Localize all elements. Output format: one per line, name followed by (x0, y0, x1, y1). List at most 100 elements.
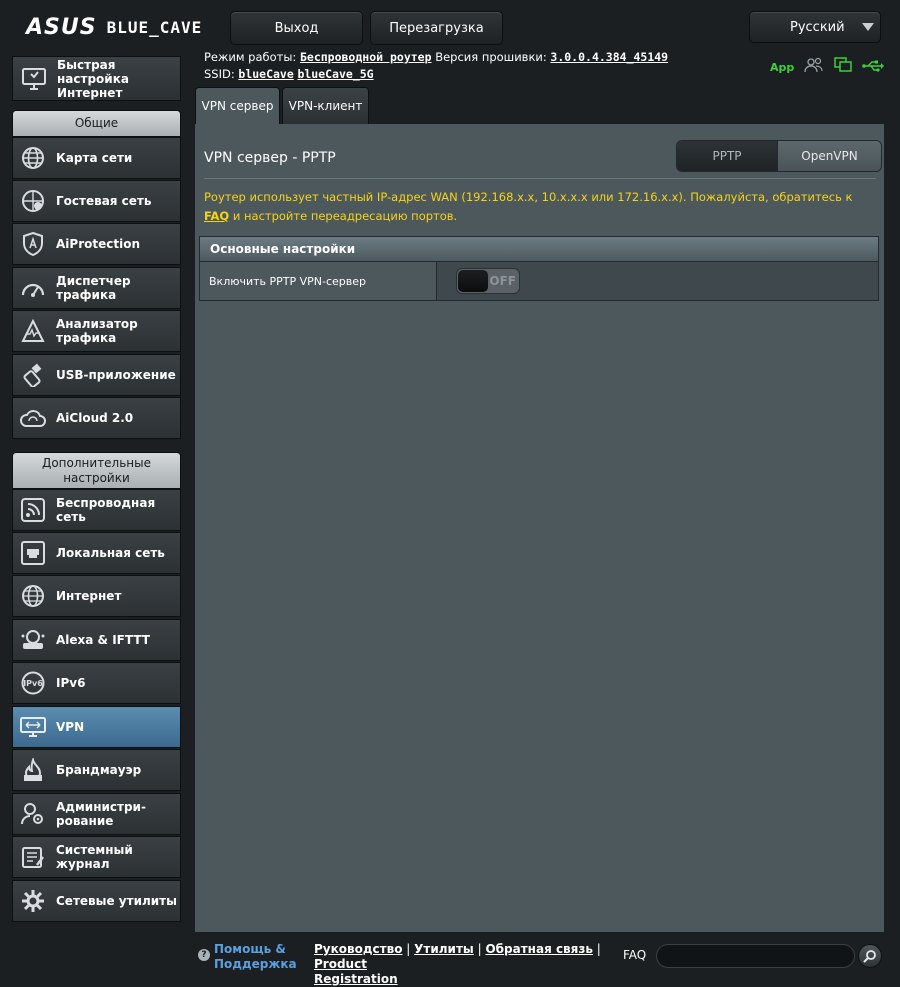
logout-button[interactable]: Выход (230, 11, 363, 45)
svg-text:IPv6: IPv6 (23, 679, 43, 688)
sidebar-item-system-log[interactable]: Системный журнал (12, 836, 181, 878)
firmware-link[interactable]: 3.0.0.4.384_45149 (550, 50, 668, 64)
manual-link[interactable]: Руководство (314, 942, 402, 956)
logo: ASUS BLUE_CAVE (26, 14, 202, 40)
sidebar-item-wireless[interactable]: Беспроводная сеть (12, 489, 181, 531)
sidebar-item-lan[interactable]: Локальная сеть (12, 532, 181, 574)
sidebar-item-administration[interactable]: Администри- рование (12, 793, 181, 835)
sidebar-item-label-wrap: Администри- рование (56, 800, 146, 828)
sidebar-item-label: IPv6 (56, 676, 86, 690)
router-admin-page: ASUS BLUE_CAVE Выход Перезагрузка Русски… (0, 0, 900, 986)
enable-pptp-toggle[interactable]: OFF (456, 268, 520, 294)
chevron-down-icon (862, 23, 874, 31)
clients-icon[interactable] (804, 57, 824, 77)
sidebar-item-label: Гостевая сеть (56, 194, 152, 208)
ssid-link-2g[interactable]: blueCave (238, 67, 293, 81)
page-title: VPN сервер - PPTP (204, 150, 336, 166)
product-word: Product (314, 957, 367, 971)
mode-link[interactable]: Беспроводной роутер (300, 50, 432, 64)
notice-text-2: и настройте переадресацию портов. (229, 209, 458, 223)
app-status[interactable]: App (770, 61, 794, 74)
search-icon (863, 950, 876, 963)
vpn-icon (20, 714, 46, 740)
advanced-header-line2: настройки (63, 470, 130, 485)
openvpn-option[interactable]: OpenVPN (777, 141, 881, 171)
sidebar-item-network-map[interactable]: Карта сети (12, 137, 181, 179)
pptp-option[interactable]: PPTP (677, 141, 777, 171)
sidebar-item-aiprotection[interactable]: AiProtection (12, 223, 181, 265)
faq-search-input[interactable] (656, 944, 855, 968)
tab-vpn-client[interactable]: VPN-клиент (282, 87, 369, 124)
aiprotection-icon (20, 231, 46, 257)
globe-icon (20, 583, 46, 609)
language-value: Русский (790, 19, 845, 35)
sidebar-item-internet[interactable]: Интернет (12, 575, 181, 617)
wireless-icon (20, 497, 46, 523)
sidebar-item-label: Диспетчер трафика (56, 274, 131, 302)
internet-status-icon[interactable] (834, 57, 853, 77)
sidebar-item-traffic-manager[interactable]: Диспетчер трафика (12, 267, 181, 309)
quick-internet-setup[interactable]: Быстрая настройка Интернет (12, 56, 181, 101)
faq-link[interactable]: FAQ (204, 209, 229, 223)
network-map-icon (20, 145, 46, 171)
administration-icon (20, 801, 46, 827)
quick-setup-label: Быстрая настройка Интернет (57, 58, 180, 100)
quick-setup-line2: Интернет (57, 85, 123, 100)
operation-mode-line: Режим работы: Беспроводной роутер Версия… (204, 50, 668, 64)
advanced-section-header: Дополнительные настройки (12, 452, 181, 489)
sidebar-item-label: рование (56, 814, 114, 828)
footer: ? Помощь & Поддержка Руководство | Утили… (195, 940, 885, 986)
help-icon: ? (198, 949, 210, 961)
separator: | (596, 942, 601, 956)
utilities-link[interactable]: Утилиты (414, 942, 474, 956)
sidebar-item-label: Системный журнал (56, 843, 133, 871)
traffic-manager-icon (20, 275, 46, 301)
gear-icon (20, 888, 46, 914)
sidebar-item-label: Анализатор (56, 317, 138, 331)
sidebar-item-firewall[interactable]: Брандмауэр (12, 749, 181, 791)
language-select[interactable]: Русский (749, 11, 881, 43)
sidebar-item-label: Локальная сеть (56, 546, 165, 560)
sidebar-item-traffic-analyzer[interactable]: Анализатор трафика (12, 310, 181, 352)
sidebar-item-vpn[interactable]: VPN (12, 706, 181, 748)
system-log-icon (20, 844, 46, 870)
toggle-knob (458, 270, 488, 292)
reboot-button[interactable]: Перезагрузка (370, 11, 503, 45)
sidebar-item-label: Администри- (56, 800, 146, 814)
sidebar-item-ipv6[interactable]: IPv6 IPv6 (12, 662, 181, 704)
enable-pptp-label: Включить PPTP VPN-сервер (200, 262, 437, 300)
general-section-header: Общие (12, 110, 181, 137)
sidebar-item-label: Карта сети (56, 151, 133, 165)
feedback-link[interactable]: Обратная связь (485, 942, 592, 956)
notice-text-1: Роутер использует частный IP-адрес WAN (… (204, 190, 853, 204)
faq-label: FAQ (623, 948, 647, 962)
model-name: BLUE_CAVE (106, 17, 203, 37)
sidebar-item-label-wrap: Анализатор трафика (56, 317, 138, 345)
help-support-link[interactable]: Помощь & Поддержка (214, 942, 297, 972)
search-button[interactable] (858, 944, 882, 968)
ssid-line: SSID: blueCave blueCave_5G (204, 67, 374, 81)
ssid-label: SSID: (204, 67, 235, 81)
product-registration-link[interactable]: Product Registration (314, 957, 398, 986)
sidebar-item-label: AiProtection (56, 237, 140, 251)
ssid-link-5g[interactable]: blueCave_5G (297, 67, 373, 81)
sidebar-item-aicloud[interactable]: AiCloud 2.0 (12, 397, 181, 439)
title-divider (204, 178, 876, 179)
vpn-type-switch: PPTP OpenVPN (676, 140, 882, 172)
sidebar-item-label: AiCloud 2.0 (56, 411, 134, 425)
toggle-state: OFF (489, 274, 516, 288)
sidebar-item-label: Alexa & IFTTT (56, 633, 150, 647)
sidebar-item-usb-app[interactable]: USB-приложение (12, 354, 181, 396)
registration-word: Registration (314, 972, 398, 986)
help-line2: Поддержка (214, 957, 297, 971)
usb-status-icon[interactable] (862, 58, 885, 77)
help-line1: Помощь & (214, 942, 286, 956)
sidebar-item-network-tools[interactable]: Сетевые утилиты (12, 880, 181, 922)
quick-setup-icon (21, 66, 47, 92)
sidebar-item-alexa-ifttt[interactable]: Alexa & IFTTT (12, 619, 181, 661)
lan-icon (20, 540, 46, 566)
sidebar-item-label: USB-приложение (56, 368, 176, 382)
separator: | (406, 942, 415, 956)
sidebar-item-guest-network[interactable]: Гостевая сеть (12, 180, 181, 222)
tab-vpn-server[interactable]: VPN сервер (195, 87, 280, 124)
